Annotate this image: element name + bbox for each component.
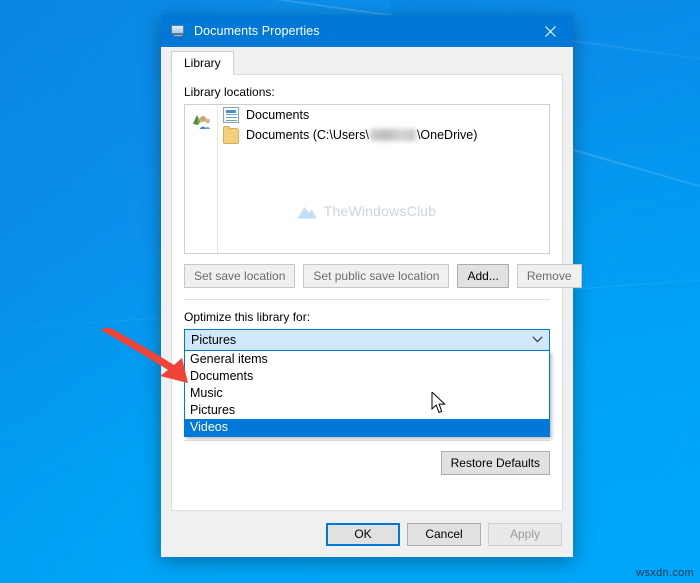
list-item-label: Documents [246, 108, 310, 122]
dropdown-option-pictures[interactable]: Pictures [185, 402, 549, 419]
optimize-dropdown-list[interactable]: General items Documents Music Pictures V… [184, 351, 550, 437]
corner-watermark: wsxdn.com [636, 567, 694, 579]
dialog-title: Documents Properties [194, 24, 320, 38]
folder-icon [223, 125, 239, 144]
desktop-background: Documents Properties Library Library loc… [0, 0, 700, 583]
ok-button[interactable]: OK [326, 522, 400, 546]
dialog-titlebar: Documents Properties [161, 15, 573, 47]
apply-button[interactable]: Apply [488, 522, 562, 546]
list-item[interactable]: Documents (C:\Users\ \OneDrive) [185, 125, 549, 145]
restore-defaults-row: Restore Defaults [184, 451, 550, 475]
dropdown-option-music[interactable]: Music [185, 385, 549, 402]
close-icon[interactable] [527, 15, 573, 47]
redacted-username [369, 129, 416, 141]
dropdown-option-general-items[interactable]: General items [185, 351, 549, 368]
list-item-label-prefix: Documents (C:\Users\ [246, 128, 369, 142]
chevron-down-icon [532, 335, 543, 346]
optimize-selected-value: Pictures [191, 333, 237, 347]
optimize-label: Optimize this library for: [184, 310, 311, 324]
optimize-combobox[interactable]: Pictures [184, 329, 550, 351]
list-item[interactable]: Documents [185, 105, 549, 125]
library-locations-label: Library locations: [184, 85, 275, 99]
tab-strip: Library [161, 47, 573, 75]
divider [184, 299, 550, 300]
optimize-combobox-wrapper: Pictures General items Documents Music P… [184, 329, 550, 437]
dropdown-option-documents[interactable]: Documents [185, 368, 549, 385]
remove-button[interactable]: Remove [516, 264, 582, 288]
divider [184, 440, 550, 441]
watermark-text: TheWindowsClub [323, 203, 437, 219]
document-icon [223, 107, 239, 123]
list-item-label-suffix: \OneDrive) [416, 128, 478, 142]
tab-library[interactable]: Library [171, 51, 234, 75]
mountain-logo-icon [297, 206, 317, 219]
cancel-button[interactable]: Cancel [407, 522, 481, 546]
add-button[interactable]: Add... [457, 264, 509, 288]
set-public-save-location-button[interactable]: Set public save location [303, 264, 450, 288]
library-tab-panel: Library locations: Documents Documents (… [171, 74, 582, 511]
library-properties-icon [170, 23, 186, 39]
dropdown-option-videos[interactable]: Videos [185, 419, 549, 436]
watermark: TheWindowsClub [185, 203, 549, 219]
dialog-footer: OK Cancel Apply [161, 511, 573, 557]
set-save-location-button[interactable]: Set save location [184, 264, 296, 288]
library-locations-list[interactable]: Documents Documents (C:\Users\ \OneDrive)… [184, 104, 550, 254]
documents-properties-dialog: Documents Properties Library Library loc… [161, 15, 582, 557]
restore-defaults-button[interactable]: Restore Defaults [440, 451, 550, 475]
location-buttons-row: Set save location Set public save locati… [184, 264, 582, 288]
